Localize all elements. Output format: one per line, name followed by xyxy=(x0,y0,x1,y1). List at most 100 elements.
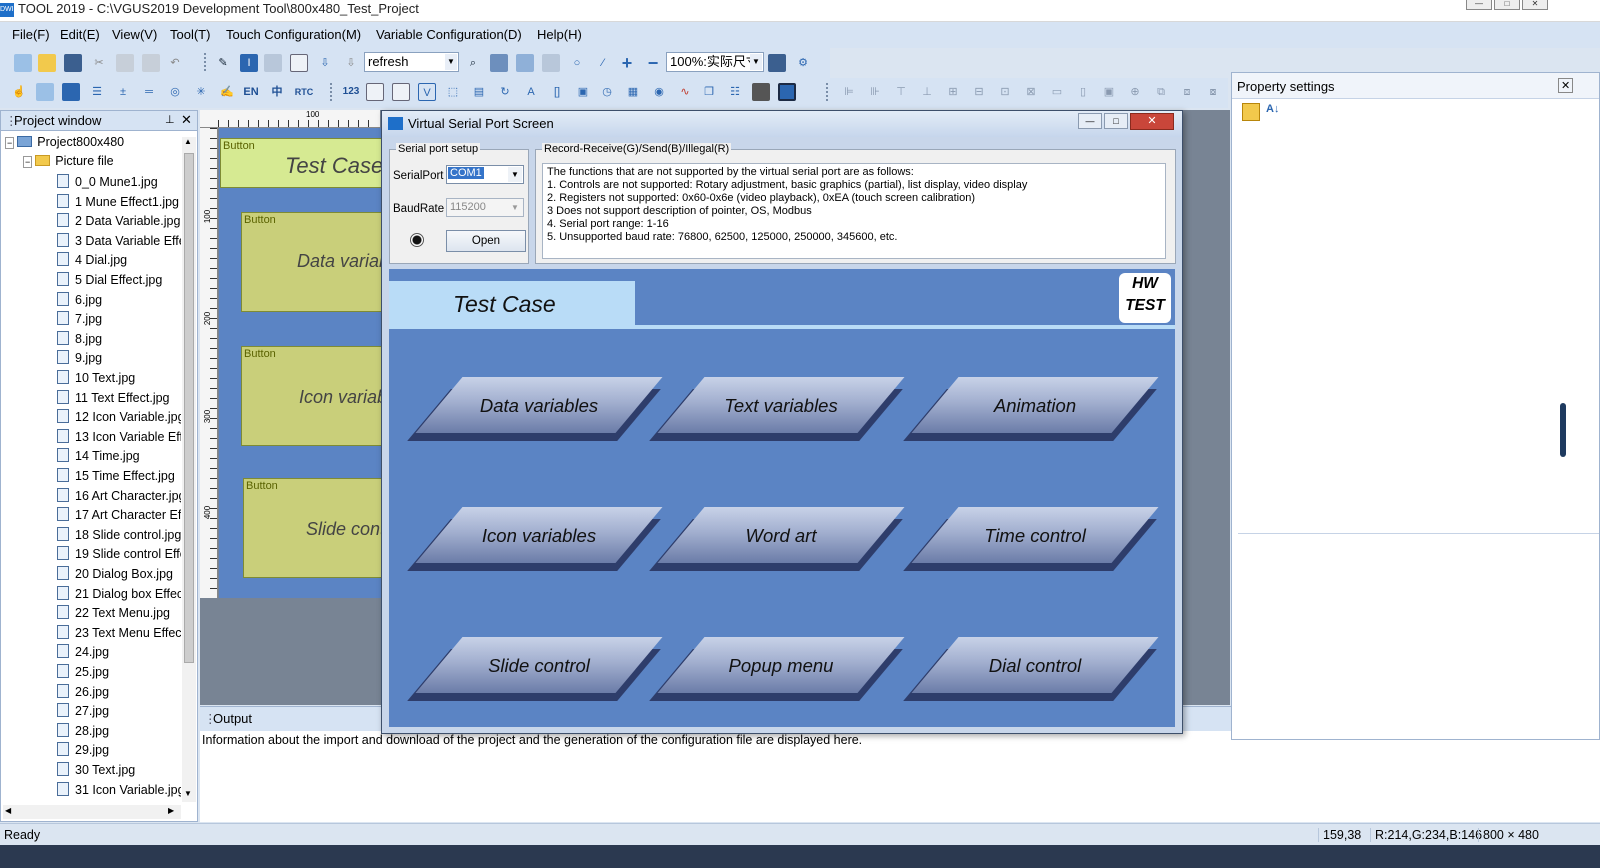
categorized-icon[interactable] xyxy=(1242,103,1260,121)
chinese-keyboard-icon[interactable]: 中 xyxy=(268,83,286,101)
same-size-icon[interactable]: ▣ xyxy=(1100,83,1118,101)
tree-folder[interactable]: − Picture file xyxy=(23,154,183,173)
save-icon[interactable] xyxy=(64,54,82,72)
hw-test-badge[interactable]: HW TEST xyxy=(1119,273,1171,323)
menu-file[interactable]: File(F) xyxy=(12,27,50,42)
collapse-icon[interactable]: − xyxy=(5,137,15,149)
text-box-icon[interactable] xyxy=(392,83,410,101)
collapse-icon[interactable]: − xyxy=(23,156,33,168)
search-page-icon[interactable]: ⌕ xyxy=(464,54,482,72)
close-icon[interactable]: ✕ xyxy=(181,112,192,128)
tree-file[interactable]: 18 Slide control.jpg xyxy=(57,526,181,546)
art-text-icon[interactable]: A xyxy=(522,83,540,101)
align-left-icon[interactable]: ⊫ xyxy=(840,83,858,101)
tree-file[interactable]: 8.jpg xyxy=(57,330,181,350)
minimize-button[interactable]: — xyxy=(1466,0,1492,10)
tree-file[interactable]: 9.jpg xyxy=(57,350,181,369)
serialport-select[interactable]: COM1 ▼ xyxy=(446,165,524,184)
tree-file[interactable]: 23 Text Menu Effect.jpg xyxy=(57,624,181,644)
rectangle-icon[interactable] xyxy=(62,83,80,101)
hmi-button[interactable]: Slide control xyxy=(407,637,663,701)
export-icon[interactable] xyxy=(516,54,534,72)
tree-file[interactable]: 5 Dial Effect.jpg xyxy=(57,272,181,291)
pages-icon[interactable]: ❐ xyxy=(700,83,718,101)
settings-icon[interactable]: ⚙ xyxy=(794,54,812,72)
maximize-button[interactable]: □ xyxy=(1104,113,1128,129)
tree-file[interactable]: 6.jpg xyxy=(57,291,181,311)
open-button[interactable]: Open xyxy=(446,230,526,252)
download-icon[interactable]: ⇩ xyxy=(316,54,334,72)
scroll-down-icon[interactable]: ▼ xyxy=(184,789,192,798)
same-width-icon[interactable]: ▭ xyxy=(1048,83,1066,101)
pin-icon[interactable]: ⊥ xyxy=(165,113,175,126)
bring-front-icon[interactable]: ⧉ xyxy=(1152,83,1170,101)
tree-file[interactable]: 26.jpg xyxy=(57,683,181,703)
tree-file[interactable]: 4 Dial.jpg xyxy=(57,252,181,271)
open-folder-icon[interactable] xyxy=(38,54,56,72)
hmi-button[interactable]: Icon variables xyxy=(407,507,663,571)
canvas-button[interactable]: Button Data variables xyxy=(241,212,412,312)
data-variable-icon[interactable]: 123 xyxy=(340,83,362,101)
text-cursor-icon[interactable]: I xyxy=(240,54,258,72)
canvas-button[interactable]: Button Test Case xyxy=(220,138,388,188)
page-icon[interactable] xyxy=(290,54,308,72)
counter-icon[interactable]: ▦ xyxy=(624,83,642,101)
tree-file[interactable]: 22 Text Menu.jpg xyxy=(57,605,181,624)
hmi-button[interactable]: Data variables xyxy=(407,377,663,441)
distribute-v-icon[interactable]: ⊠ xyxy=(1022,83,1040,101)
send-back-icon[interactable]: ⧈ xyxy=(1178,83,1196,101)
rotary-icon[interactable]: ◎ xyxy=(166,83,184,101)
tree-file[interactable]: 3 Data Variable Effect.jpg xyxy=(57,232,181,252)
scroll-up-icon[interactable]: ▲ xyxy=(184,137,192,146)
text-list-icon[interactable]: ☷ xyxy=(726,83,744,101)
tree-file[interactable]: 31 Icon Variable.jpg xyxy=(57,781,181,801)
tree-file[interactable]: 20 Dialog Box.jpg xyxy=(57,566,181,585)
eyedropper-icon[interactable]: ⁄ xyxy=(594,54,612,72)
image-icon[interactable]: ▣ xyxy=(574,83,592,101)
gesture-icon[interactable]: ✳ xyxy=(192,83,210,101)
waveform-icon[interactable]: ∿ xyxy=(676,83,694,101)
zoom-in-icon[interactable]: + xyxy=(618,54,636,72)
distribute-h-icon[interactable]: ⊡ xyxy=(996,83,1014,101)
edit-text-icon[interactable]: ✍ xyxy=(218,83,236,101)
align-right-icon[interactable]: ⊪ xyxy=(866,83,884,101)
same-height-icon[interactable]: ▯ xyxy=(1074,83,1092,101)
align-top-icon[interactable]: ⊤ xyxy=(892,83,910,101)
horizontal-scrollbar[interactable]: ◀ ▶ xyxy=(3,805,181,819)
hmi-button[interactable]: Time control xyxy=(903,507,1159,571)
tree-file[interactable]: 27.jpg xyxy=(57,703,181,722)
baudrate-select[interactable]: 115200 ▼ xyxy=(446,198,524,217)
vertical-scrollbar[interactable]: ▲ ▼ xyxy=(182,137,196,802)
grid-icon[interactable] xyxy=(264,54,282,72)
zoom-icon[interactable]: ○ xyxy=(568,54,586,72)
hmi-button[interactable]: Dial control xyxy=(903,637,1159,701)
hmi-button[interactable]: Text variables xyxy=(649,377,905,441)
qr-code-icon[interactable] xyxy=(752,83,770,101)
maximize-button[interactable]: □ xyxy=(1494,0,1520,10)
download-disabled-icon[interactable]: ⇩ xyxy=(342,54,360,72)
chart-icon[interactable]: ⬚ xyxy=(444,83,462,101)
multi-select-icon[interactable] xyxy=(36,83,54,101)
paste-icon[interactable] xyxy=(142,54,160,72)
scroll-right-icon[interactable]: ▶ xyxy=(168,806,174,815)
close-button[interactable]: ✕ xyxy=(1522,0,1548,10)
side-scroll-indicator[interactable] xyxy=(1560,403,1566,457)
center-page-icon[interactable]: ⊕ xyxy=(1126,83,1144,101)
tree-file[interactable]: 24.jpg xyxy=(57,644,181,663)
tree-file[interactable]: 1 Mune Effect1.jpg xyxy=(57,193,181,213)
menu-variable-configuration[interactable]: Variable Configuration(D) xyxy=(376,27,522,42)
tree-file[interactable]: 10 Text.jpg xyxy=(57,370,181,389)
record-log[interactable]: The functions that are not supported by … xyxy=(542,163,1166,259)
english-keyboard-icon[interactable]: EN xyxy=(240,83,262,101)
tree-file[interactable]: 7.jpg xyxy=(57,311,181,330)
tree-file[interactable]: 15 Time Effect.jpg xyxy=(57,468,181,487)
rtc-icon[interactable]: RTC xyxy=(292,83,316,101)
cut-icon[interactable]: ✂ xyxy=(90,54,108,72)
hmi-button[interactable]: Popup menu xyxy=(649,637,905,701)
hmi-screen[interactable]: Test Case HW TEST Data variables Text var… xyxy=(389,269,1175,727)
zoom-select[interactable]: 100%:实际尺寸 ▼ xyxy=(666,52,764,72)
canvas-button[interactable]: Button Slide control xyxy=(243,478,405,578)
refresh-select[interactable]: refresh ▼ xyxy=(364,52,459,72)
screen-icon[interactable] xyxy=(778,83,796,101)
tree-file[interactable]: 0_0 Mune1.jpg xyxy=(57,174,181,193)
